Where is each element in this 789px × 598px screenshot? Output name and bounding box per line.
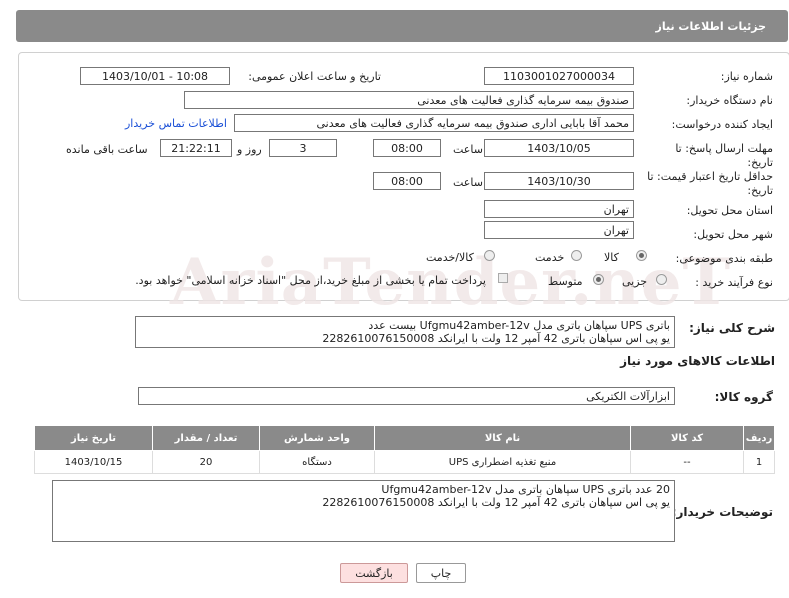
validity-date-field: 1403/10/30 bbox=[484, 172, 634, 190]
treasury-payment-checkbox[interactable] bbox=[498, 273, 508, 283]
city-field: تهران bbox=[484, 221, 634, 239]
deadline-label: مهلت ارسال پاسخ: تا bbox=[675, 142, 773, 155]
buyer-desc-label: توضیحات خریدار: bbox=[671, 505, 773, 519]
goods-group-field: ابزارآلات الکتریکی bbox=[138, 387, 675, 405]
col-header-row: ردیف bbox=[743, 425, 775, 451]
page-header: جزئیات اطلاعات نیاز bbox=[16, 10, 788, 42]
summary-line-2: یو پی اس سپاهان باتری 42 آمپر 12 ولت با … bbox=[322, 332, 670, 345]
goods-table: ردیف کد کالا نام کالا واحد شمارش تعداد /… bbox=[34, 425, 775, 474]
buyer-desc-textbox[interactable]: 20 عدد باتری UPS سپاهان باتری مدل Ufgmu4… bbox=[52, 480, 675, 542]
days-label: روز و bbox=[237, 143, 262, 156]
remaining-label: ساعت باقی مانده bbox=[66, 143, 148, 156]
cell-name: منبع تغذیه اضطراری UPS bbox=[374, 450, 631, 474]
category-option-service: خدمت bbox=[535, 251, 565, 264]
province-field: تهران bbox=[484, 200, 634, 218]
goods-group-label: گروه کالا: bbox=[714, 390, 773, 404]
process-option-minor: جزیی bbox=[622, 275, 648, 288]
cell-quantity: 20 bbox=[152, 450, 260, 474]
summary-line-1: باتری UPS سپاهان باتری مدل Ufgmu42amber-… bbox=[368, 319, 670, 332]
category-label: طبقه بندی موضوعی: bbox=[675, 252, 773, 265]
category-radio-service[interactable] bbox=[571, 250, 582, 261]
col-header-unit: واحد شمارش bbox=[259, 425, 375, 451]
back-button[interactable]: بازگشت bbox=[340, 563, 408, 583]
table-row: 1 -- منبع تغذیه اضطراری UPS دستگاه 20 14… bbox=[34, 450, 775, 474]
need-number-label: شماره نیاز: bbox=[720, 70, 773, 83]
buyer-label: نام دستگاه خریدار: bbox=[686, 94, 773, 107]
process-label: نوع فرآیند خرید : bbox=[695, 276, 773, 289]
province-label: استان محل تحویل: bbox=[686, 204, 773, 217]
creator-label: ایجاد کننده درخواست: bbox=[671, 118, 773, 131]
category-option-goods: کالا bbox=[604, 251, 619, 264]
validity-time-field: 08:00 bbox=[373, 172, 441, 190]
goods-table-header: ردیف کد کالا نام کالا واحد شمارش تعداد /… bbox=[34, 425, 775, 451]
process-radio-medium[interactable] bbox=[593, 274, 604, 285]
remaining-time-field: 21:22:11 bbox=[160, 139, 232, 157]
deadline-date-label: تاریخ: bbox=[747, 156, 773, 169]
buyer-desc-line-1: 20 عدد باتری UPS سپاهان باتری مدل Ufgmu4… bbox=[381, 483, 670, 496]
process-radio-minor[interactable] bbox=[656, 274, 667, 285]
days-field: 3 bbox=[269, 139, 337, 157]
cell-unit: دستگاه bbox=[259, 450, 375, 474]
validity-date-label: تاریخ: bbox=[747, 184, 773, 197]
col-header-quantity: تعداد / مقدار bbox=[152, 425, 260, 451]
city-label: شهر محل تحویل: bbox=[693, 228, 773, 241]
announce-datetime-field: 1403/10/01 - 10:08 bbox=[80, 67, 230, 85]
col-header-name: نام کالا bbox=[374, 425, 631, 451]
buyer-desc-line-2: یو پی اس سپاهان باتری 42 آمپر 12 ولت با … bbox=[322, 496, 670, 509]
need-number-field: 1103001027000034 bbox=[484, 67, 634, 85]
buyer-field: صندوق بیمه سرمایه گذاری فعالیت های معدنی bbox=[184, 91, 634, 109]
category-option-goods-service: کالا/خدمت bbox=[426, 251, 474, 264]
creator-field: محمد آقا بابایی اداری صندوق بیمه سرمایه … bbox=[234, 114, 634, 132]
validity-label: حداقل تاریخ اعتبار قیمت: تا bbox=[647, 170, 773, 183]
deadline-date-field: 1403/10/05 bbox=[484, 139, 634, 157]
deadline-time-field: 08:00 bbox=[373, 139, 441, 157]
col-header-date: تاریخ نیاز bbox=[34, 425, 153, 451]
validity-time-label: ساعت bbox=[453, 176, 483, 189]
buyer-contact-link[interactable]: اطلاعات تماس خریدار bbox=[125, 117, 227, 130]
print-button[interactable]: چاپ bbox=[416, 563, 466, 583]
summary-textbox[interactable]: باتری UPS سپاهان باتری مدل Ufgmu42amber-… bbox=[135, 316, 675, 348]
goods-info-title: اطلاعات کالاهای مورد نیاز bbox=[620, 354, 775, 368]
category-radio-goods[interactable] bbox=[636, 250, 647, 261]
cell-code: -- bbox=[630, 450, 744, 474]
cell-date: 1403/10/15 bbox=[34, 450, 153, 474]
summary-label: شرح کلی نیاز: bbox=[689, 321, 775, 335]
category-radio-goods-service[interactable] bbox=[484, 250, 495, 261]
treasury-payment-note: پرداخت تمام یا بخشی از مبلغ خرید،از محل … bbox=[135, 274, 486, 287]
page-title: جزئیات اطلاعات نیاز bbox=[655, 20, 767, 33]
process-option-medium: متوسط bbox=[548, 275, 583, 288]
deadline-time-label: ساعت bbox=[453, 143, 483, 156]
cell-row-number: 1 bbox=[743, 450, 775, 474]
announce-label: تاریخ و ساعت اعلان عمومی: bbox=[248, 70, 381, 83]
col-header-code: کد کالا bbox=[630, 425, 744, 451]
